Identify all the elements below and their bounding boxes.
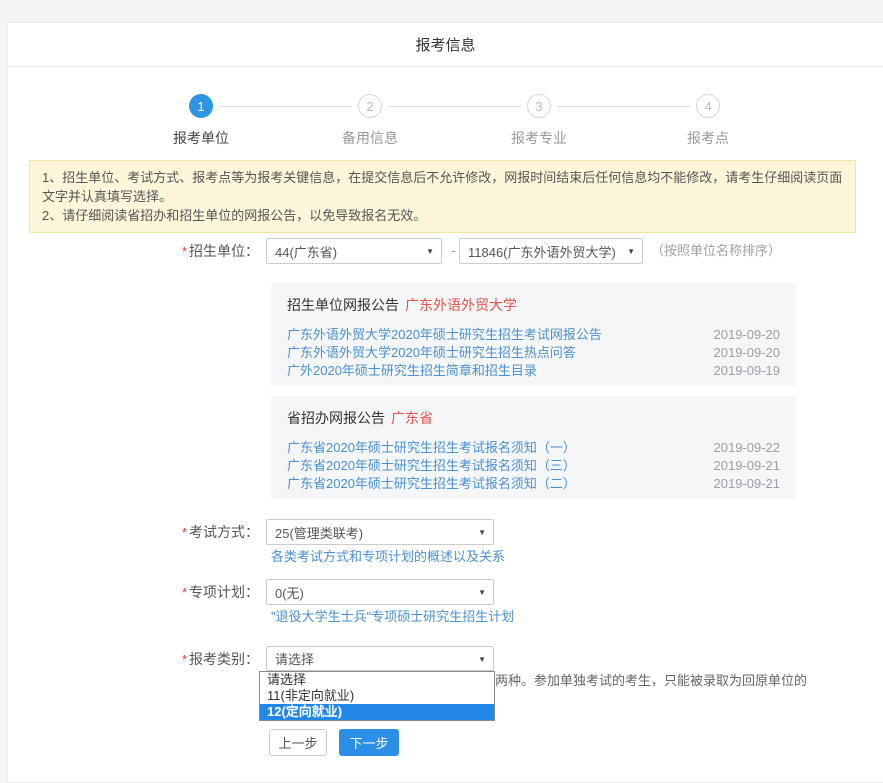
- step-1-label: 报考单位: [131, 128, 271, 148]
- next-step-button[interactable]: 下一步: [339, 729, 399, 756]
- announcement-date: 2019-09-20: [714, 326, 781, 344]
- category-dropdown-list: 请选择 11(非定向就业) 12(定向就业): [259, 671, 495, 721]
- announcement-link[interactable]: 广东外语外贸大学2020年硕士研究生招生热点问答: [287, 344, 576, 362]
- category-option-directed-highlighted[interactable]: 12(定向就业): [260, 704, 494, 720]
- dropdown-arrow-icon: ▼: [426, 248, 434, 256]
- sort-order-note: （按照单位名称排序）: [651, 238, 781, 264]
- announcement-row: 广东省2020年硕士研究生招生考试报名须知（一） 2019-09-22: [287, 439, 780, 457]
- announcement-date: 2019-09-21: [714, 475, 781, 493]
- exam-method-select[interactable]: 25(管理类联考) ▼: [266, 519, 494, 545]
- step-2-label: 备用信息: [300, 128, 440, 148]
- announcement-row: 广东外语外贸大学2020年硕士研究生招生考试网报公告 2019-09-20: [287, 326, 780, 344]
- step-4-circle: 4: [696, 94, 720, 118]
- dropdown-arrow-icon: ▼: [627, 248, 635, 256]
- announcement-link[interactable]: 广东省2020年硕士研究生招生考试报名须知（三）: [287, 457, 576, 475]
- required-asterisk: *: [182, 652, 187, 667]
- province-select[interactable]: 44(广东省) ▼: [266, 238, 442, 264]
- exam-method-help-link[interactable]: 各类考试方式和专项计划的概述以及关系: [271, 549, 505, 564]
- announcement-row: 广东外语外贸大学2020年硕士研究生招生热点问答 2019-09-20: [287, 344, 780, 362]
- announcement-date: 2019-09-20: [714, 344, 781, 362]
- select-separator: -: [448, 238, 459, 264]
- notice-line-1: 1、招生单位、考试方式、报考点等为报考关键信息，在提交信息后不允许修改，网报时间…: [42, 168, 843, 206]
- province-announcements-box: 省招办网报公告广东省 广东省2020年硕士研究生招生考试报名须知（一） 2019…: [271, 396, 796, 499]
- admission-unit-label: *招生单位：: [129, 238, 259, 265]
- dropdown-arrow-icon: ▼: [478, 589, 486, 597]
- required-asterisk: *: [182, 585, 187, 600]
- announcement-row: 广外2020年硕士研究生招生简章和招生目录 2019-09-19: [287, 362, 780, 380]
- application-form-card: 报考信息 1 报考单位 2 备用信息 3 报考专业 4 报考点 1、招生单位、考…: [7, 22, 883, 783]
- special-plan-label: *专项计划：: [129, 579, 259, 606]
- province-name-highlight: 广东省: [391, 410, 433, 426]
- notice-box: 1、招生单位、考试方式、报考点等为报考关键信息，在提交信息后不允许修改，网报时间…: [29, 160, 856, 233]
- required-asterisk: *: [182, 525, 187, 540]
- special-plan-select[interactable]: 0(无) ▼: [266, 579, 494, 605]
- school-select[interactable]: 11846(广东外语外贸大学) ▼: [459, 238, 643, 264]
- dropdown-arrow-icon: ▼: [478, 529, 486, 537]
- notice-line-2: 2、请仔细阅读省招办和招生单位的网报公告，以免导致报名无效。: [42, 206, 843, 225]
- step-1-unit: 1 报考单位: [131, 94, 271, 148]
- step-4-label: 报考点: [638, 128, 778, 148]
- step-3-major: 3 报考专业: [469, 94, 609, 148]
- step-4-exam-site: 4 报考点: [638, 94, 778, 148]
- announcement-link[interactable]: 广外2020年硕士研究生招生简章和招生目录: [287, 362, 537, 380]
- unit-announcements-title: 招生单位网报公告广东外语外贸大学: [287, 295, 780, 315]
- announcement-date: 2019-09-21: [714, 457, 781, 475]
- title-bar: 报考信息: [8, 23, 883, 67]
- announcement-link[interactable]: 广东省2020年硕士研究生招生考试报名须知（一）: [287, 439, 576, 457]
- special-plan-help-link[interactable]: "退役大学生士兵"专项硕士研究生招生计划: [271, 609, 514, 624]
- announcement-row: 广东省2020年硕士研究生招生考试报名须知（二） 2019-09-21: [287, 475, 780, 493]
- exam-method-label: *考试方式：: [129, 519, 259, 546]
- application-category-select[interactable]: 请选择 ▼: [266, 646, 494, 671]
- announcement-date: 2019-09-19: [714, 362, 781, 380]
- announcement-row: 广东省2020年硕士研究生招生考试报名须知（三） 2019-09-21: [287, 457, 780, 475]
- province-announcements-title: 省招办网报公告广东省: [287, 408, 780, 428]
- step-2-circle: 2: [358, 94, 382, 118]
- announcement-date: 2019-09-22: [714, 439, 781, 457]
- unit-announcements-box: 招生单位网报公告广东外语外贸大学 广东外语外贸大学2020年硕士研究生招生考试网…: [271, 283, 796, 386]
- step-1-circle: 1: [189, 94, 213, 118]
- step-3-circle: 3: [527, 94, 551, 118]
- category-hint-text-fragment: 业两种。参加单独考试的考生，只能被录取为回原单位的: [482, 673, 807, 689]
- stepper: 1 报考单位 2 备用信息 3 报考专业 4 报考点: [8, 89, 883, 171]
- previous-step-button[interactable]: 上一步: [269, 729, 327, 756]
- announcement-link[interactable]: 广东外语外贸大学2020年硕士研究生招生考试网报公告: [287, 326, 602, 344]
- page-title: 报考信息: [415, 34, 475, 55]
- step-3-label: 报考专业: [469, 128, 609, 148]
- dropdown-arrow-icon: ▼: [478, 656, 486, 664]
- category-option-placeholder[interactable]: 请选择: [260, 672, 494, 688]
- category-option-non-directed[interactable]: 11(非定向就业): [260, 688, 494, 704]
- required-asterisk: *: [182, 244, 187, 259]
- unit-name-highlight: 广东外语外贸大学: [405, 297, 517, 313]
- step-2-backup-info: 2 备用信息: [300, 94, 440, 148]
- application-category-label: *报考类别：: [129, 646, 259, 673]
- announcement-link[interactable]: 广东省2020年硕士研究生招生考试报名须知（二）: [287, 475, 576, 493]
